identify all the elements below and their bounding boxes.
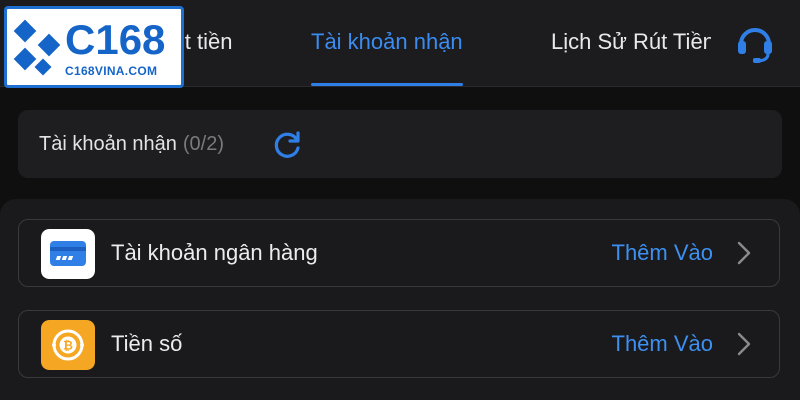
receiving-accounts-header: Tài khoản nhận (0/2) xyxy=(18,110,782,178)
chevron-right-icon xyxy=(737,332,751,356)
tab-withdraw-history[interactable]: Lịch Sử Rút Tiền xyxy=(551,0,711,86)
svg-text:₿: ₿ xyxy=(63,339,73,353)
section-title-text: Tài khoản nhận xyxy=(39,133,177,155)
bank-account-label: Tài khoản ngân hàng xyxy=(111,240,318,265)
account-count: (0/2) xyxy=(182,133,225,155)
chevron-right-icon xyxy=(737,241,751,265)
tab-receiving-accounts-label: Tài khoản nhận xyxy=(311,29,463,54)
tab-receiving-accounts[interactable]: Tài khoản nhận xyxy=(311,0,463,86)
bitcoin-icon: ₿ xyxy=(41,320,95,370)
crypto-add-link[interactable]: Thêm Vào xyxy=(612,311,714,377)
headset-icon[interactable] xyxy=(733,20,777,64)
account-options-panel: Tài khoản ngân hàng Thêm Vào ₿ Tiền số T… xyxy=(0,199,800,400)
crypto-option[interactable]: ₿ Tiền số Thêm Vào xyxy=(18,310,780,378)
bank-account-option[interactable]: Tài khoản ngân hàng Thêm Vào xyxy=(18,219,780,287)
refresh-icon[interactable] xyxy=(273,130,303,160)
bank-account-add-link[interactable]: Thêm Vào xyxy=(612,220,714,286)
logo-subtext: C168VINA.COM xyxy=(65,64,158,78)
section-title: Tài khoản nhận (0/2) xyxy=(39,110,224,178)
active-tab-indicator xyxy=(311,83,463,86)
bank-card-icon xyxy=(41,229,95,279)
logo-diamond-icon xyxy=(13,19,61,76)
crypto-label: Tiền số xyxy=(111,331,183,356)
logo-text: C168 xyxy=(65,16,166,63)
brand-logo: C168 C168VINA.COM xyxy=(4,6,184,88)
